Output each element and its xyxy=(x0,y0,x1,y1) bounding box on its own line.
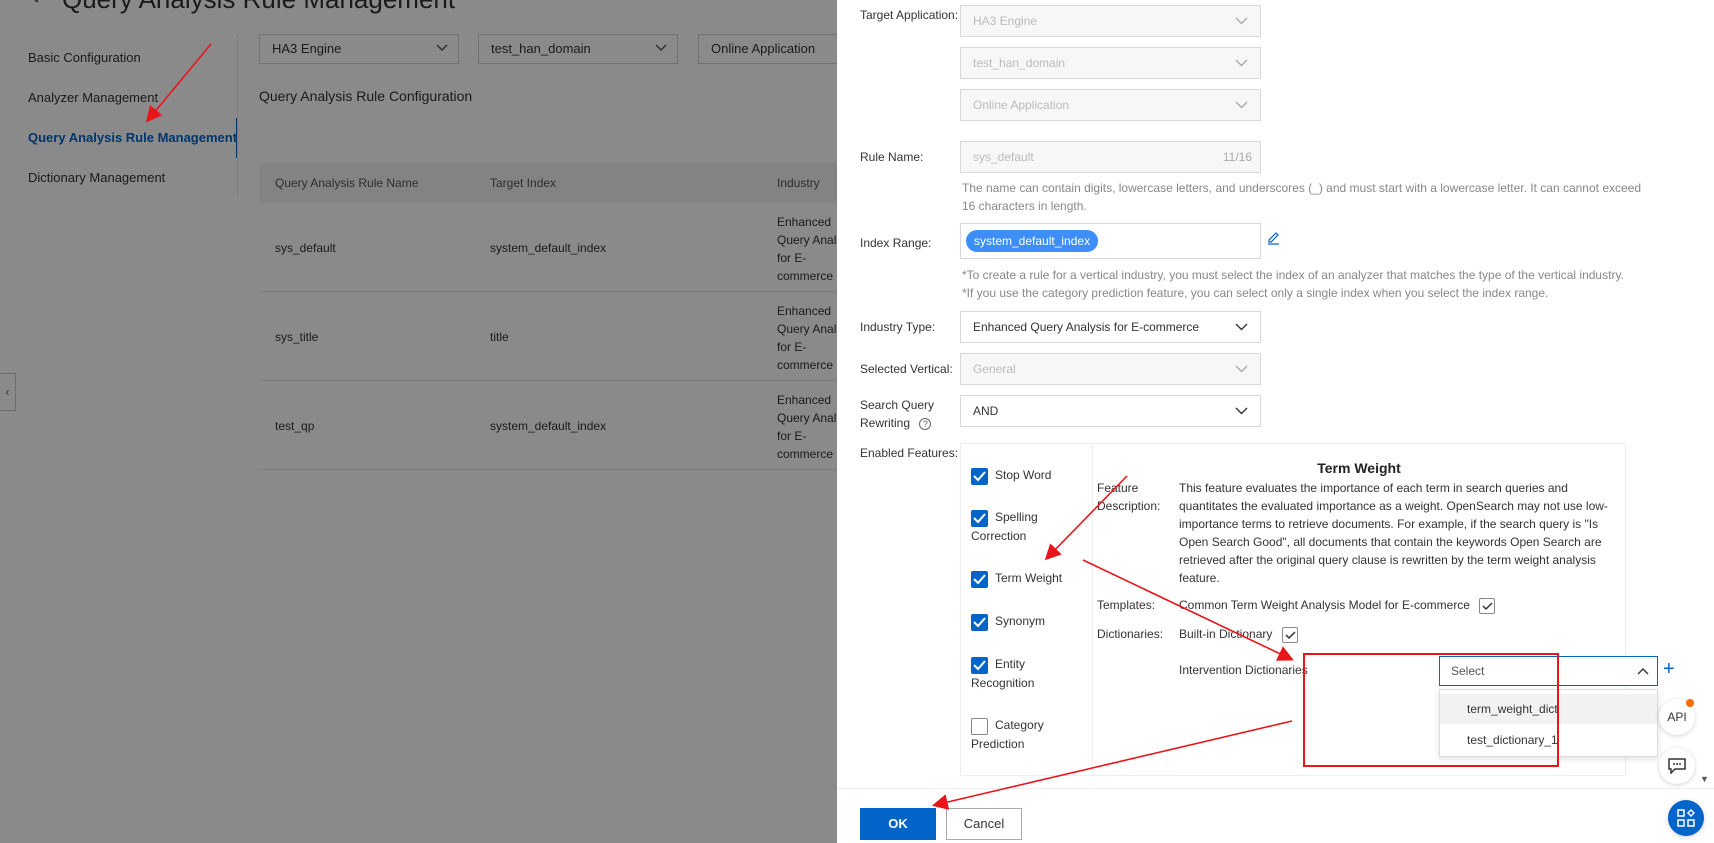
apps-button[interactable] xyxy=(1668,800,1704,836)
chevron-down-icon xyxy=(1235,59,1248,67)
checkbox-checked-icon[interactable] xyxy=(971,571,988,588)
ok-button[interactable]: OK xyxy=(860,808,936,840)
templates-label: Templates: xyxy=(1097,598,1156,612)
feature-description-label: Feature Description: xyxy=(1097,481,1161,513)
help-icon[interactable]: ? xyxy=(919,417,932,430)
feature-entity-recognition[interactable]: Entity Recognition xyxy=(971,655,1081,693)
rule-name-label: Rule Name: xyxy=(860,150,924,164)
vertical-value: General xyxy=(973,362,1016,376)
checkbox-checked-icon[interactable] xyxy=(971,657,988,674)
feature-spelling-correction[interactable]: Spelling Correction xyxy=(971,508,1081,546)
rule-edit-drawer: Target Application: HA3 Engine test_han_… xyxy=(837,0,1714,843)
chevron-down-icon xyxy=(1235,17,1248,25)
add-dictionary-icon[interactable]: + xyxy=(1663,654,1675,684)
annotation-highlight-box xyxy=(1303,653,1559,767)
dictionaries-label: Dictionaries: xyxy=(1097,627,1164,641)
dictionaries-value: Built-in Dictionary xyxy=(1179,625,1298,643)
rule-name-counter: 11/16 xyxy=(1222,150,1252,164)
scroll-down-icon[interactable]: ▼ xyxy=(1700,774,1709,784)
rule-name-value: sys_default xyxy=(973,150,1034,164)
index-hint-vertical: *To create a rule for a vertical industr… xyxy=(962,268,1624,282)
template-name: Common Term Weight Analysis Model for E-… xyxy=(1179,598,1470,612)
templates-value: Common Term Weight Analysis Model for E-… xyxy=(1179,596,1496,614)
target-application-select: Online Application xyxy=(960,89,1261,121)
template-check-icon[interactable] xyxy=(1479,597,1496,614)
grid-apps-icon xyxy=(1677,808,1696,827)
target-application-value: Online Application xyxy=(973,98,1070,112)
index-hint-category: *If you use the category prediction feat… xyxy=(962,286,1549,300)
industry-type-value: Enhanced Query Analysis for E-commerce xyxy=(973,320,1200,334)
rewrite-label: Search Query Rewriting ? xyxy=(860,396,940,432)
cancel-button[interactable]: Cancel xyxy=(946,808,1022,840)
rewrite-select[interactable]: AND xyxy=(960,395,1261,427)
vertical-label: Selected Vertical: xyxy=(860,362,953,376)
industry-type-label: Industry Type: xyxy=(860,320,936,334)
checkbox-checked-icon[interactable] xyxy=(971,614,988,631)
chevron-down-icon xyxy=(1235,323,1248,331)
rule-name-hint: The name can contain digits, lowercase l… xyxy=(962,181,1642,213)
modal-mask[interactable] xyxy=(0,0,837,843)
feedback-button[interactable] xyxy=(1659,748,1695,784)
rewrite-value: AND xyxy=(973,404,999,418)
chevron-down-icon xyxy=(1235,407,1248,415)
feature-category-prediction[interactable]: Category Prediction xyxy=(971,716,1081,754)
checkbox-unchecked-icon[interactable] xyxy=(971,718,988,735)
footer-divider xyxy=(837,788,1714,789)
dictionary-check-icon[interactable] xyxy=(1281,626,1298,643)
target-domain-value: test_han_domain xyxy=(973,56,1066,70)
api-label: API xyxy=(1667,710,1687,724)
feature-description-text: This feature evaluates the importance of… xyxy=(1179,481,1608,585)
index-range-label: Index Range: xyxy=(860,236,932,250)
api-button[interactable]: API xyxy=(1659,699,1695,735)
index-range-field[interactable]: system_default_index xyxy=(960,223,1261,259)
index-tag: system_default_index xyxy=(966,230,1099,252)
industry-type-select[interactable]: Enhanced Query Analysis for E-commerce xyxy=(960,311,1261,343)
builtin-dictionary: Built-in Dictionary xyxy=(1179,627,1273,641)
checkbox-checked-icon[interactable] xyxy=(971,510,988,527)
chevron-up-icon xyxy=(1637,668,1649,675)
chat-icon xyxy=(1668,758,1686,775)
target-domain-select: test_han_domain xyxy=(960,47,1261,79)
target-engine-value: HA3 Engine xyxy=(973,14,1038,28)
checkbox-checked-icon[interactable] xyxy=(971,468,988,485)
chevron-down-icon xyxy=(1235,365,1248,373)
rule-name-input: sys_default 11/16 xyxy=(960,141,1261,173)
edit-icon[interactable] xyxy=(1267,231,1281,245)
vertical-select: General xyxy=(960,353,1261,385)
detail-title: Term Weight xyxy=(1317,460,1401,476)
features-label: Enabled Features: xyxy=(860,446,959,460)
intervention-label: Intervention Dictionaries xyxy=(1179,663,1308,677)
notification-dot xyxy=(1686,699,1694,707)
feature-stop-word[interactable]: Stop Word xyxy=(971,466,1081,485)
target-engine-select: HA3 Engine xyxy=(960,5,1261,37)
feature-synonym[interactable]: Synonym xyxy=(971,612,1081,631)
feature-term-weight[interactable]: Term Weight xyxy=(971,569,1081,588)
features-list: Stop Word Spelling Correction Term Weigh… xyxy=(961,444,1093,775)
chevron-down-icon xyxy=(1235,101,1248,109)
target-app-label: Target Application: xyxy=(860,8,959,22)
